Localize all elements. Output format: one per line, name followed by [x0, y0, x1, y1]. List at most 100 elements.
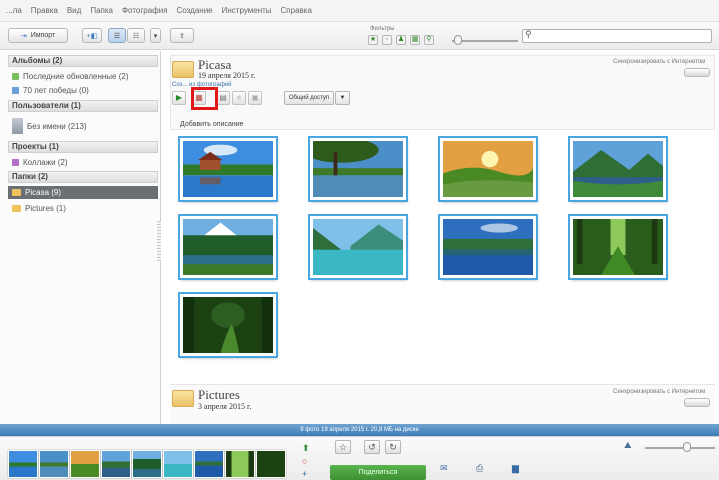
sync-toggle[interactable] [684, 68, 710, 77]
flat-list-view-button[interactable]: ☰ [108, 28, 126, 43]
add-description-link[interactable]: Добавить описание [180, 121, 244, 128]
upload-button[interactable]: ⇪ [170, 28, 194, 43]
highlight-box [191, 87, 218, 110]
sidebar-item-picasa[interactable]: Picasa (9) [8, 186, 158, 199]
search-input[interactable]: ⚲ [522, 29, 712, 43]
clear-selection-icon[interactable]: ○ [302, 456, 307, 466]
star-button[interactable]: ★ [232, 91, 246, 105]
share-button[interactable]: Общий доступ [284, 91, 334, 105]
menu-file[interactable]: ...ла [6, 6, 22, 15]
geotag-filter-icon[interactable]: ▦ [410, 35, 420, 45]
tray-thumbnail[interactable] [256, 450, 286, 478]
menu-help[interactable]: Справка [281, 6, 312, 15]
menu-create[interactable]: Создание [177, 6, 213, 15]
projects-section-header[interactable]: Проекты (1) [8, 141, 158, 153]
star-icon: ★ [235, 93, 243, 102]
sidebar-item-victory[interactable]: 70 лет победы (0) [12, 86, 158, 95]
sidebar-item-label: Без имени (213) [27, 121, 87, 131]
album-icon [12, 87, 19, 94]
filter-slider-knob[interactable] [454, 35, 462, 45]
rotate-left-button[interactable]: ↺ [364, 440, 380, 454]
zoom-slider-knob[interactable] [683, 442, 691, 452]
star-filter-icon[interactable]: ★ [368, 35, 378, 45]
share-dropdown-button[interactable]: ▼ [335, 91, 350, 105]
movie-button[interactable]: ▤ [216, 91, 230, 105]
album-icon [12, 73, 19, 80]
disk-icon: ▣ [251, 93, 259, 102]
tray-thumbnail[interactable] [163, 450, 193, 478]
folder-icon [12, 205, 21, 212]
sidebar-item-collages[interactable]: Коллажи (2) [12, 158, 158, 167]
video-filter-icon[interactable]: ▫ [382, 35, 392, 45]
sidebar-splitter[interactable] [157, 221, 161, 261]
people-filter-icon[interactable]: ♟ [396, 35, 406, 45]
menu-view[interactable]: Вид [67, 6, 81, 15]
view-dropdown-button[interactable]: ▾ [150, 28, 161, 43]
print-icon[interactable]: ⎙ [476, 463, 483, 474]
tray-thumbnail[interactable] [8, 450, 38, 478]
chevron-down-icon: ▾ [153, 32, 158, 40]
photo-thumbnail[interactable] [440, 138, 536, 200]
tray-thumbnail[interactable] [132, 450, 162, 478]
collage-icon [12, 159, 19, 166]
photo-thumbnail[interactable] [180, 216, 276, 278]
sidebar-item-pictures[interactable]: Pictures (1) [12, 204, 158, 213]
share-tray-button[interactable]: Поделиться [330, 465, 426, 480]
photo-thumbnail[interactable] [180, 294, 276, 356]
sidebar-item-recent[interactable]: Последние обновленные (2) [12, 72, 158, 81]
person-icon [12, 118, 23, 134]
pictures-album-title[interactable]: Pictures [198, 387, 240, 403]
chevron-down-icon: ▼ [339, 95, 346, 101]
rotate-right-button[interactable]: ↻ [385, 440, 401, 454]
photo-thumbnail[interactable] [570, 138, 666, 200]
location-filter-icon[interactable]: ⚲ [424, 35, 434, 45]
export-folder-icon[interactable]: ▆ [512, 463, 519, 474]
play-slideshow-button[interactable]: ▶ [172, 91, 186, 105]
email-icon[interactable]: ✉ [440, 463, 448, 474]
zoom-slider-track[interactable] [645, 447, 715, 449]
import-button[interactable]: ⇥ Импорт [8, 28, 68, 43]
tray-thumbnail[interactable] [225, 450, 255, 478]
add-photos-button[interactable]: +◧ [82, 28, 102, 43]
pictures-album-date: 3 апреля 2015 г. [198, 402, 252, 411]
menu-tools[interactable]: Инструменты [222, 6, 272, 15]
star-tray-button[interactable]: ☆ [335, 440, 351, 454]
tray-thumbnail[interactable] [70, 450, 100, 478]
folder-icon [172, 390, 194, 407]
pictures-sync-toggle[interactable] [684, 398, 710, 407]
tray-thumbnail[interactable] [39, 450, 69, 478]
sidebar-item-label: 70 лет победы (0) [23, 86, 89, 95]
users-section-header[interactable]: Пользователи (1) [8, 100, 158, 112]
import-label: Импорт [30, 32, 56, 39]
photo-thumbnail[interactable] [310, 138, 406, 200]
status-bar: 9 фото 19 апреля 2015 г. 20,8 МБ на диск… [0, 424, 719, 436]
list-view-icon: ☰ [113, 32, 121, 40]
filter-icons: ★ ▫ ♟ ▦ ⚲ [368, 35, 434, 45]
photo-thumbnail[interactable] [570, 216, 666, 278]
sidebar-item-unnamed[interactable]: Без имени (213) [12, 118, 158, 134]
albums-section-header[interactable]: Альбомы (2) [8, 55, 158, 67]
filters-label: Фильтры [370, 26, 395, 32]
sidebar-item-label: Pictures (1) [25, 204, 66, 213]
album-date: 19 апреля 2015 г. [198, 71, 256, 80]
tray-thumbnail[interactable] [194, 450, 224, 478]
photo-thumbnail[interactable] [310, 216, 406, 278]
tray-thumbnail[interactable] [101, 450, 131, 478]
tree-view-button[interactable]: ☷ [127, 28, 145, 43]
thumbnail-size-icon: ⛰ [624, 440, 632, 450]
menu-photo[interactable]: Фотография [122, 6, 168, 15]
hold-icon[interactable]: ⬆ [302, 443, 310, 454]
save-button[interactable]: ▣ [248, 91, 262, 105]
tray-strip [8, 450, 286, 478]
menu-folder[interactable]: Папка [90, 6, 113, 15]
photo-thumbnail[interactable] [180, 138, 276, 200]
menu-edit[interactable]: Правка [31, 6, 58, 15]
pictures-sync-label: Синхронизировать с Интернетом [613, 389, 706, 395]
import-icon: ⇥ [20, 32, 27, 40]
folders-section-header[interactable]: Папки (2) [8, 171, 158, 183]
search-icon: ⚲ [525, 29, 532, 39]
add-to-album-icon[interactable]: + [302, 469, 307, 479]
sidebar-item-label: Последние обновленные (2) [23, 72, 129, 81]
rotate-left-icon: ↺ [368, 442, 376, 452]
photo-thumbnail[interactable] [440, 216, 536, 278]
